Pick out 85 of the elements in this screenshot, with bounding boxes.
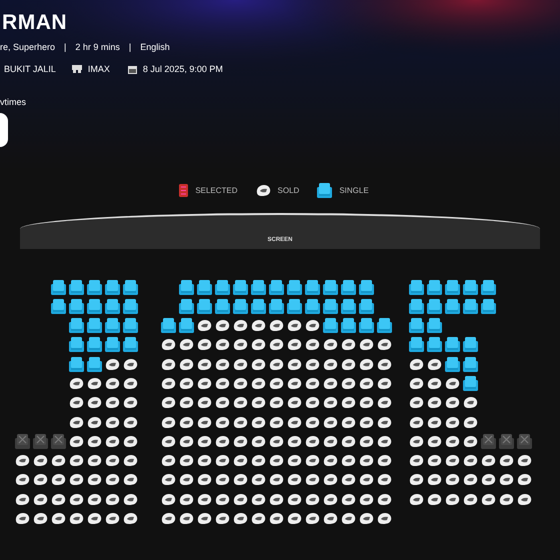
available-seat-icon[interactable] (359, 280, 374, 294)
available-seat-icon[interactable] (123, 298, 138, 314)
available-seat-icon[interactable] (287, 280, 302, 294)
movie-detail: English (140, 41, 170, 53)
available-seat-icon[interactable] (69, 280, 84, 294)
available-seat-icon[interactable] (269, 280, 284, 294)
available-seat-icon[interactable] (87, 337, 102, 352)
available-seat-icon[interactable] (341, 318, 356, 334)
showtimes-label: vtimes (0, 96, 28, 108)
available-seat-icon[interactable] (161, 318, 176, 334)
available-seat-icon[interactable] (377, 318, 392, 334)
available-seat-icon[interactable] (481, 298, 496, 314)
available-seat-icon[interactable] (445, 337, 460, 352)
available-seat-icon[interactable] (87, 298, 102, 314)
available-seat-icon[interactable] (105, 280, 120, 294)
cinema-name: BUKIT JALIL (4, 63, 56, 75)
available-seat-icon[interactable] (251, 298, 266, 314)
available-seat-icon[interactable] (305, 298, 320, 314)
available-seat-icon[interactable] (69, 318, 84, 334)
available-seat-icon[interactable] (123, 318, 138, 334)
available-seat-icon[interactable] (323, 318, 338, 334)
available-seat-icon[interactable] (481, 280, 496, 294)
available-seat-icon[interactable] (51, 298, 66, 314)
available-seat-icon[interactable] (197, 280, 212, 294)
movie-detail: 2 hr 9 mins (75, 41, 120, 53)
available-seat-icon[interactable] (427, 280, 442, 294)
available-seat-icon[interactable] (341, 280, 356, 294)
available-seat-icon[interactable] (323, 298, 338, 314)
available-seat-icon[interactable] (463, 298, 478, 314)
available-seat-icon[interactable] (233, 280, 248, 294)
separator: | (128, 41, 132, 53)
movie-detail: re, Superhero (0, 41, 56, 53)
legend-label: SOLD (278, 184, 300, 196)
sold-seat-icon (256, 184, 271, 197)
available-seat-icon[interactable] (409, 298, 424, 314)
available-seat-icon[interactable] (87, 280, 102, 294)
available-seat-icon[interactable] (105, 298, 120, 314)
available-seat-icon[interactable] (463, 280, 478, 294)
selected-seat-icon (179, 184, 188, 197)
available-seat-icon[interactable] (427, 298, 442, 314)
available-seat-icon[interactable] (287, 298, 302, 314)
screen-icon (72, 65, 82, 73)
available-seat-icon[interactable] (105, 318, 120, 334)
available-seat-icon[interactable] (445, 298, 460, 314)
available-seat-icon[interactable] (51, 280, 66, 294)
available-seat-icon[interactable] (105, 337, 120, 352)
available-seat-icon[interactable] (463, 376, 478, 391)
showtime-button[interactable] (0, 113, 8, 147)
available-seat-icon[interactable] (305, 280, 320, 294)
movie-title: RMAN (1, 10, 68, 36)
available-seat-icon[interactable] (215, 298, 230, 314)
available-seat-icon[interactable] (445, 356, 460, 372)
available-seat-icon[interactable] (123, 337, 138, 352)
available-seat-icon[interactable] (359, 318, 374, 334)
separator: | (64, 41, 66, 53)
available-seat-icon[interactable] (69, 337, 84, 352)
available-seat-icon[interactable] (409, 280, 424, 294)
available-seat-icon[interactable] (87, 356, 102, 372)
available-seat-icon[interactable] (179, 298, 194, 314)
available-seat-icon[interactable] (269, 298, 284, 314)
available-seat-icon[interactable] (251, 280, 266, 294)
available-seat-icon[interactable] (445, 280, 460, 294)
available-seat-icon[interactable] (87, 318, 102, 334)
available-seat-icon[interactable] (427, 337, 442, 352)
format-label: IMAX (88, 63, 110, 75)
available-seat-icon[interactable] (409, 337, 424, 352)
available-seat-icon[interactable] (69, 298, 84, 314)
available-seat-icon[interactable] (409, 318, 424, 334)
available-seat-icon[interactable] (197, 298, 212, 314)
available-seat-icon[interactable] (341, 298, 356, 314)
legend-label: SINGLE (339, 184, 369, 196)
available-seat-icon[interactable] (427, 318, 442, 334)
legend-label: SELECTED (195, 184, 238, 196)
available-seat-icon[interactable] (179, 318, 194, 334)
available-seat-icon[interactable] (215, 280, 230, 294)
available-seat-icon[interactable] (359, 298, 374, 314)
available-seat-icon[interactable] (463, 356, 478, 372)
available-seat-icon[interactable] (69, 356, 84, 372)
available-seat-icon[interactable] (323, 280, 338, 294)
available-seat-icon[interactable] (233, 298, 248, 314)
available-seat-icon[interactable] (317, 183, 332, 198)
available-seat-icon[interactable] (123, 280, 138, 294)
available-seat-icon[interactable] (463, 337, 478, 352)
available-seat-icon[interactable] (179, 280, 194, 294)
show-datetime: 8 Jul 2025, 9:00 PM (142, 63, 223, 75)
